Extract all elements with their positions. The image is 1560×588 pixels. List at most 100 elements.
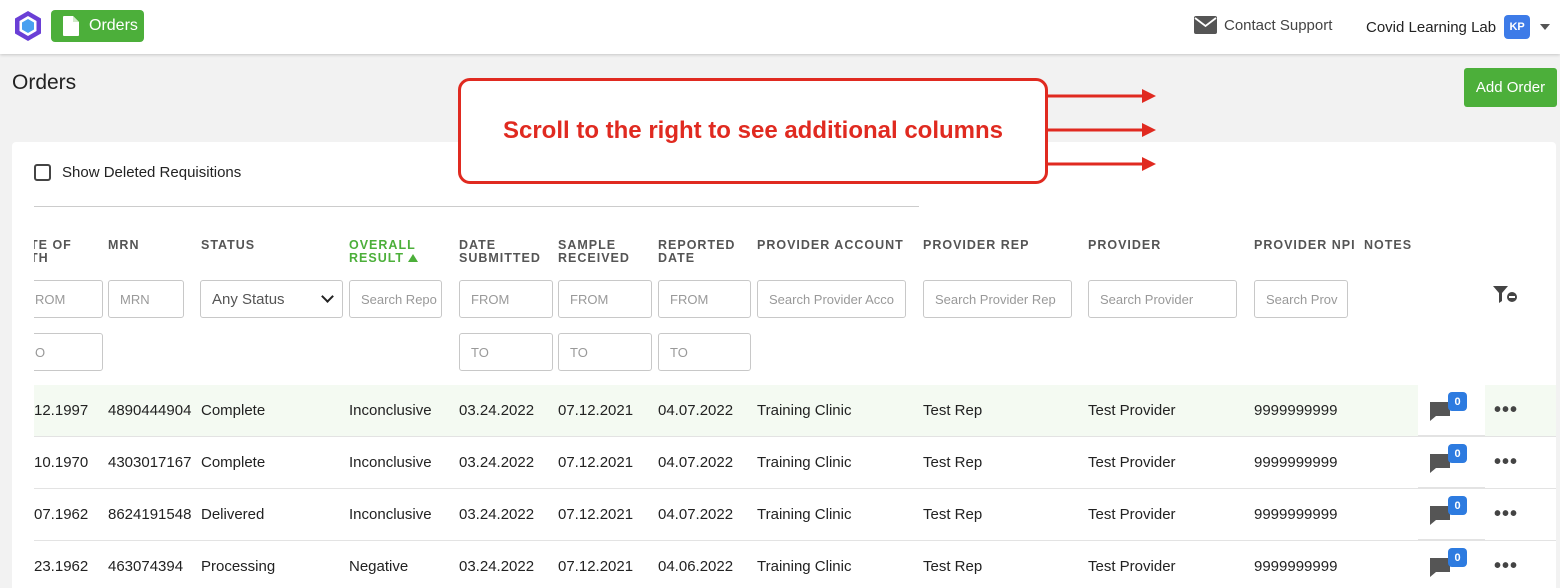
right-arrows-icon xyxy=(1048,89,1156,171)
provider-search-input[interactable]: Search Provider xyxy=(1088,280,1237,318)
reported-cell: 04.06.2022 xyxy=(658,558,734,575)
received-cell: 07.12.2021 xyxy=(558,558,634,575)
result-cell: Inconclusive xyxy=(349,506,432,523)
column-header-reported-date[interactable]: REPORTED DATE xyxy=(658,239,735,265)
status-select-value: Any Status xyxy=(212,290,285,308)
column-header-date-of-birth[interactable]: TE OF TH xyxy=(34,239,72,265)
add-order-button[interactable]: Add Order xyxy=(1464,68,1557,107)
column-header-date-submitted[interactable]: DATE SUBMITTED xyxy=(459,239,541,265)
column-header-provider-rep[interactable]: PROVIDER REP xyxy=(923,239,1029,252)
clear-filters-icon[interactable] xyxy=(1492,285,1518,305)
contact-support-link[interactable]: Contact Support xyxy=(1194,16,1332,34)
status-cell: Complete xyxy=(201,402,266,419)
provider-cell: Test Provider xyxy=(1088,558,1176,575)
row-actions-menu-icon[interactable]: ••• xyxy=(1494,555,1518,578)
orders-nav-button[interactable]: Orders xyxy=(51,10,144,42)
received-cell: 07.12.2021 xyxy=(558,506,634,523)
submitted-cell: 03.24.2022 xyxy=(459,506,535,523)
submitted-cell: 03.24.2022 xyxy=(459,402,535,419)
column-header-provider[interactable]: PROVIDER xyxy=(1088,239,1161,252)
column-header-status[interactable]: STATUS xyxy=(201,239,255,252)
account-name: Covid Learning Lab xyxy=(1366,18,1497,36)
result-cell: Negative xyxy=(349,558,409,575)
status-select[interactable]: Any Status xyxy=(200,280,343,318)
dob-cell: 23.1962 xyxy=(34,558,89,575)
provider-npi-search-input[interactable]: Search Prov xyxy=(1254,280,1348,318)
dob-from-input[interactable]: ROM xyxy=(34,280,103,318)
reported-date-from-input[interactable]: FROM xyxy=(658,280,751,318)
mrn-cell: 8624191548 xyxy=(108,506,192,523)
mrn-cell: 4890444904 xyxy=(108,402,192,419)
provider-npi-cell: 9999999999 xyxy=(1254,454,1338,471)
status-cell: Delivered xyxy=(201,506,265,523)
row-actions-menu-icon[interactable]: ••• xyxy=(1494,503,1518,526)
divider xyxy=(34,206,919,207)
provider-cell: Test Provider xyxy=(1088,506,1176,523)
provider-npi-cell: 9999999999 xyxy=(1254,402,1338,419)
reported-cell: 04.07.2022 xyxy=(658,402,734,419)
provider-account-cell: Training Clinic xyxy=(757,454,852,471)
notes-count-badge: 0 xyxy=(1448,392,1467,411)
sample-received-to-input[interactable]: TO xyxy=(558,333,652,371)
app-logo-icon[interactable] xyxy=(12,10,44,42)
mrn-search-input[interactable]: MRN xyxy=(108,280,184,318)
column-header-provider-account[interactable]: PROVIDER ACCOUNT xyxy=(757,239,904,252)
provider-rep-cell: Test Rep xyxy=(923,454,983,471)
received-cell: 07.12.2021 xyxy=(558,454,634,471)
provider-rep-cell: Test Rep xyxy=(923,558,983,575)
table-row[interactable]: 07.1962 8624191548 Delivered Inconclusiv… xyxy=(34,489,1556,541)
date-submitted-to-input[interactable]: TO xyxy=(459,333,553,371)
dob-to-input[interactable]: O xyxy=(34,333,103,371)
table-row[interactable]: 12.1997 4890444904 Complete Inconclusive… xyxy=(34,385,1556,437)
show-deleted-label: Show Deleted Requisitions xyxy=(62,164,242,181)
sample-received-from-input[interactable]: FROM xyxy=(558,280,652,318)
overall-result-label: OVERALL RESULT xyxy=(349,238,416,265)
submitted-cell: 03.24.2022 xyxy=(459,558,535,575)
contact-support-label: Contact Support xyxy=(1224,16,1333,34)
provider-account-cell: Training Clinic xyxy=(757,402,852,419)
provider-rep-cell: Test Rep xyxy=(923,402,983,419)
dob-cell: 12.1997 xyxy=(34,402,89,419)
scroll-hint-callout: Scroll to the right to see additional co… xyxy=(458,78,1048,184)
column-header-provider-npi[interactable]: PROVIDER NPI xyxy=(1254,239,1356,252)
provider-npi-cell: 9999999999 xyxy=(1254,506,1338,523)
provider-rep-search-input[interactable]: Search Provider Rep xyxy=(923,280,1072,318)
notes-count-badge: 0 xyxy=(1448,496,1467,515)
provider-account-cell: Training Clinic xyxy=(757,506,852,523)
row-actions-menu-icon[interactable]: ••• xyxy=(1494,451,1518,474)
column-header-overall-result[interactable]: OVERALL RESULT xyxy=(349,238,419,265)
status-cell: Complete xyxy=(201,454,266,471)
provider-account-cell: Training Clinic xyxy=(757,558,852,575)
result-cell: Inconclusive xyxy=(349,402,432,419)
row-actions-menu-icon[interactable]: ••• xyxy=(1494,399,1518,422)
scroll-hint-text: Scroll to the right to see additional co… xyxy=(502,117,1004,144)
provider-account-search-input[interactable]: Search Provider Acco xyxy=(757,280,906,318)
overall-result-search-input[interactable]: Search Repo xyxy=(349,280,442,318)
table-row[interactable]: 10.1970 4303017167 Complete Inconclusive… xyxy=(34,437,1556,489)
column-header-sample-received[interactable]: SAMPLE RECEIVED xyxy=(558,239,630,265)
received-cell: 07.12.2021 xyxy=(558,402,634,419)
sort-ascending-icon xyxy=(408,254,419,262)
orders-table[interactable]: TE OF TH MRN STATUS OVERALL RESULT DATE … xyxy=(34,212,1556,588)
show-deleted-checkbox[interactable] xyxy=(34,164,51,181)
mrn-cell: 463074394 xyxy=(108,558,184,575)
mrn-cell: 4303017167 xyxy=(108,454,192,471)
show-deleted-toggle[interactable]: Show Deleted Requisitions xyxy=(34,164,241,181)
status-cell: Processing xyxy=(201,558,276,575)
date-submitted-from-input[interactable]: FROM xyxy=(459,280,553,318)
top-bar: Orders Contact Support Covid Learning La… xyxy=(0,0,1560,54)
column-header-mrn[interactable]: MRN xyxy=(108,239,139,252)
provider-npi-cell: 9999999999 xyxy=(1254,558,1338,575)
table-row[interactable]: 23.1962 463074394 Processing Negative 03… xyxy=(34,541,1556,588)
dob-cell: 07.1962 xyxy=(34,506,89,523)
envelope-icon xyxy=(1194,16,1217,34)
caret-down-icon xyxy=(1540,24,1551,30)
orders-nav-label: Orders xyxy=(89,17,138,34)
reported-date-to-input[interactable]: TO xyxy=(658,333,751,371)
orders-card: Show Deleted Requisitions TE OF TH MRN S… xyxy=(12,142,1556,588)
reported-cell: 04.07.2022 xyxy=(658,454,734,471)
account-menu[interactable]: Covid Learning Lab KP xyxy=(1366,15,1551,39)
submitted-cell: 03.24.2022 xyxy=(459,454,535,471)
notes-count-badge: 0 xyxy=(1448,548,1467,567)
notes-count-badge: 0 xyxy=(1448,444,1467,463)
